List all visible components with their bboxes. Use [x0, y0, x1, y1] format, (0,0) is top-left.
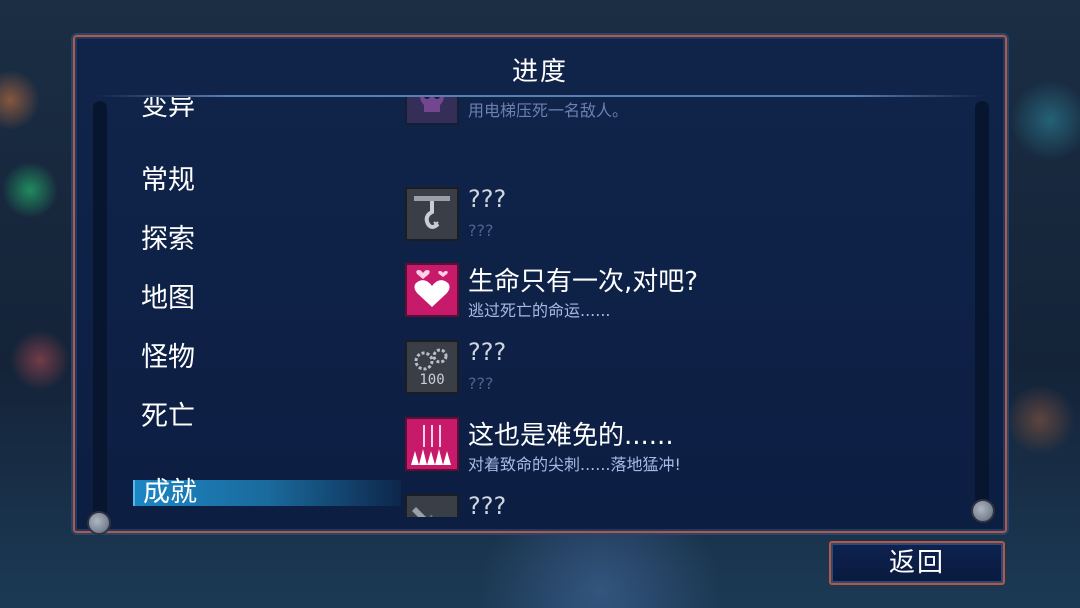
category-scroll-knob[interactable] — [87, 511, 111, 535]
category-label: 地图 — [141, 283, 195, 314]
achievement-item[interactable]: 这也是难免的...... 对着致命的尖刺......落地猛冲! — [405, 417, 965, 479]
category-exploration[interactable]: 探索 — [133, 222, 403, 258]
achievement-item[interactable]: ??? ??? — [405, 492, 965, 517]
achievement-item[interactable]: 生命只有一次,对吧? 逃过死亡的命运...... — [405, 263, 965, 325]
category-label: 变异 — [141, 97, 195, 122]
achievement-title: ??? — [468, 492, 507, 517]
category-monsters[interactable]: 怪物 — [133, 340, 403, 376]
achievement-item[interactable]: 用电梯压死一名敌人。 — [405, 97, 965, 133]
category-achievements[interactable]: 成就 — [133, 477, 401, 508]
hanging-rope-icon — [405, 187, 459, 241]
progress-panel: 进度 变异 常规 探索 地图 怪物 死亡 成就 用电梯压死一名敌人。 ??? ?… — [73, 35, 1007, 535]
achievement-desc: 用电梯压死一名敌人。 — [468, 101, 629, 120]
achievement-desc: 对着致命的尖刺......落地猛冲! — [468, 455, 681, 474]
category-list: 变异 常规 探索 地图 怪物 死亡 成就 — [133, 97, 405, 527]
achievement-title: ??? — [468, 185, 507, 213]
category-label: 死亡 — [141, 401, 195, 432]
achievement-item[interactable]: ??? ??? — [405, 185, 965, 249]
achievement-item[interactable]: 100 ??? ??? — [405, 338, 965, 402]
gears-100-label: 100 — [419, 372, 445, 388]
panel-title: 进度 — [511, 57, 568, 87]
skull-icon — [405, 97, 459, 125]
achievement-desc: 逃过死亡的命运...... — [468, 301, 611, 320]
category-label: 成就 — [143, 477, 197, 508]
achievement-title: 生命只有一次,对吧? — [468, 267, 699, 297]
broken-blade-icon — [405, 494, 459, 517]
achievement-title: ??? — [468, 338, 507, 366]
back-button[interactable]: 返回 — [829, 541, 1005, 585]
spikes-icon — [405, 417, 459, 471]
achievement-scrollbar[interactable] — [975, 101, 989, 521]
gears-100-icon: 100 — [405, 340, 459, 394]
category-label: 探索 — [141, 224, 195, 255]
category-general[interactable]: 常规 — [133, 163, 403, 199]
hearts-icon — [405, 263, 459, 317]
category-deaths[interactable]: 死亡 — [133, 399, 403, 435]
achievement-list: 用电梯压死一名敌人。 ??? ??? 生命只有一次,对吧? 逃过死亡的命运...… — [405, 97, 965, 517]
category-mutations[interactable]: 变异 — [133, 97, 403, 125]
achievement-desc: ??? — [468, 221, 494, 240]
achievement-title: 这也是难免的...... — [468, 421, 674, 451]
category-map[interactable]: 地图 — [133, 281, 403, 317]
achievement-desc: ??? — [468, 374, 494, 393]
category-scrollbar[interactable] — [93, 101, 107, 521]
category-label: 常规 — [141, 165, 195, 196]
achievement-scroll-knob[interactable] — [971, 499, 995, 523]
category-label: 怪物 — [141, 342, 195, 373]
